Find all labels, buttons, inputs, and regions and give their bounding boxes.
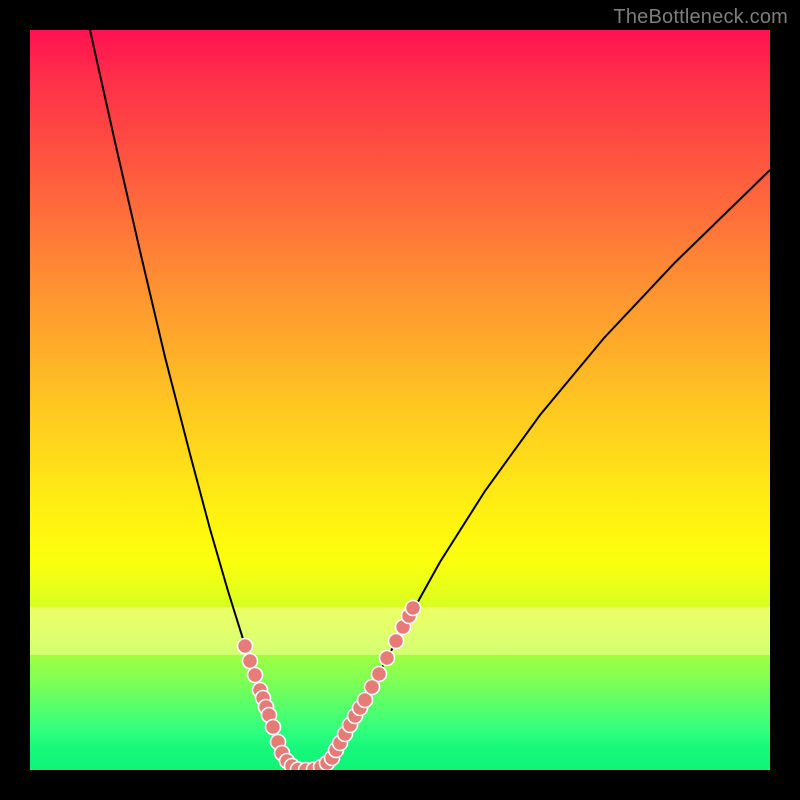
gradient-background <box>30 30 770 770</box>
watermark-text: TheBottleneck.com <box>613 6 788 29</box>
chart-frame: TheBottleneck.com <box>0 0 800 800</box>
highlight-band-fill <box>30 607 770 655</box>
plot-area <box>30 30 770 770</box>
